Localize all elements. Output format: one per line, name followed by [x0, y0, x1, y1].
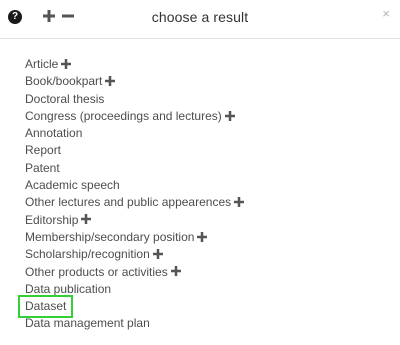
list-item[interactable]: Congress (proceedings and lectures)	[25, 108, 244, 125]
list-item[interactable]: Report	[25, 142, 244, 159]
list-item-label[interactable]: Academic speech	[25, 177, 120, 194]
plus-icon[interactable]	[61, 58, 72, 69]
list-item-label[interactable]: Report	[25, 142, 61, 159]
dialog-header: ? choose a result ×	[0, 0, 400, 39]
list-item[interactable]: Editorship	[25, 212, 244, 229]
list-item[interactable]: Other lectures and public appearences	[25, 194, 245, 211]
close-icon[interactable]: ×	[381, 7, 391, 20]
plus-icon[interactable]	[152, 248, 163, 259]
list-item-label[interactable]: Scholarship/recognition	[25, 246, 150, 263]
list-item[interactable]: Membership/secondary position	[25, 229, 244, 246]
plus-icon[interactable]	[170, 266, 181, 277]
list-item[interactable]: Data publication	[25, 281, 244, 298]
plus-icon[interactable]	[81, 214, 92, 225]
list-item-label[interactable]: Patent	[25, 160, 60, 177]
list-item-label[interactable]: Editorship	[25, 212, 78, 229]
list-item[interactable]: Other products or activities	[25, 264, 244, 281]
list-item[interactable]: Data management plan	[25, 315, 244, 332]
plus-icon[interactable]	[234, 197, 245, 208]
list-item-label[interactable]: Annotation	[25, 125, 82, 142]
dialog-title: choose a result	[151, 9, 249, 25]
plus-icon[interactable]	[224, 110, 235, 121]
list-item[interactable]: Academic speech	[25, 177, 244, 194]
result-type-list: Article Book/bookpart Doctoral thesis Congr…	[17, 56, 245, 333]
list-item-label[interactable]: Book/bookpart	[25, 73, 102, 90]
list-item-label[interactable]: Article	[25, 56, 58, 73]
list-item[interactable]: Annotation	[25, 125, 244, 142]
list-item[interactable]: Dataset	[17, 295, 244, 319]
list-item-label[interactable]: Dataset	[17, 295, 74, 319]
list-item-label[interactable]: Data publication	[25, 281, 111, 298]
list-item-label[interactable]: Congress (proceedings and lectures)	[25, 108, 222, 125]
plus-icon[interactable]	[197, 231, 208, 242]
plus-icon[interactable]	[105, 75, 116, 86]
list-item-label[interactable]: Data management plan	[25, 315, 150, 332]
list-item[interactable]: Book/bookpart	[25, 73, 244, 90]
list-item-label[interactable]: Membership/secondary position	[25, 229, 194, 246]
list-item[interactable]: Patent	[25, 160, 244, 177]
list-item[interactable]: Article	[25, 56, 244, 73]
list-item[interactable]: Doctoral thesis	[25, 91, 244, 108]
list-item-label[interactable]: Doctoral thesis	[25, 91, 104, 108]
list-item-label[interactable]: Other lectures and public appearences	[25, 194, 231, 211]
list-item[interactable]: Scholarship/recognition	[25, 246, 244, 263]
list-item-label[interactable]: Other products or activities	[25, 264, 168, 281]
